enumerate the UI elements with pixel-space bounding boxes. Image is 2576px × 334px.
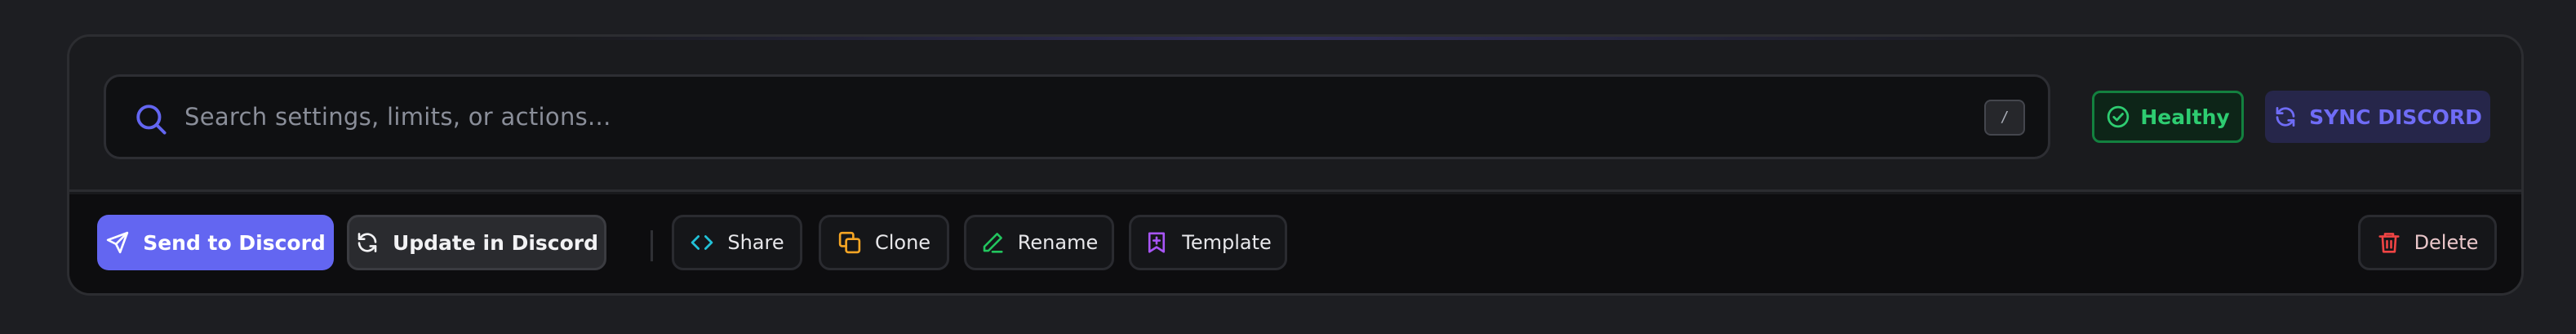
search-input[interactable]: Search settings, limits, or actions...: [184, 77, 611, 157]
refresh-icon: [355, 230, 380, 255]
send-to-discord-label: Send to Discord: [143, 230, 326, 255]
clone-label: Clone: [874, 231, 931, 254]
clone-button[interactable]: Clone: [819, 215, 949, 270]
code-brackets-icon: [690, 230, 714, 255]
editor-card: Search settings, limits, or actions... /…: [67, 34, 2524, 296]
rename-label: Rename: [1017, 231, 1099, 254]
send-to-discord-button[interactable]: Send to Discord: [97, 215, 334, 270]
rename-button[interactable]: Rename: [964, 215, 1114, 270]
top-bar: Search settings, limits, or actions... /…: [69, 37, 2521, 192]
share-button[interactable]: Share: [672, 215, 802, 270]
search-shortcut-key: /: [1984, 100, 2025, 136]
bookmark-plus-icon: [1144, 230, 1169, 255]
template-label: Template: [1182, 231, 1272, 254]
trash-icon: [2377, 230, 2401, 255]
share-label: Share: [727, 231, 784, 254]
pencil-icon: [980, 230, 1005, 255]
sync-discord-label: SYNC DISCORD: [2309, 105, 2482, 129]
update-in-discord-button[interactable]: Update in Discord: [347, 215, 606, 270]
top-glow: [69, 37, 2521, 40]
action-bar: Send to Discord Update in Discord Share …: [69, 194, 2521, 293]
template-button[interactable]: Template: [1129, 215, 1287, 270]
healthy-status-badge[interactable]: Healthy: [2092, 91, 2244, 143]
paper-plane-icon: [105, 230, 130, 255]
search-icon: [134, 102, 168, 136]
toolbar-divider: [651, 230, 653, 261]
refresh-icon: [2273, 105, 2298, 129]
delete-button[interactable]: Delete: [2358, 215, 2497, 270]
update-in-discord-label: Update in Discord: [392, 230, 599, 255]
healthy-label: Healthy: [2140, 105, 2230, 129]
delete-label: Delete: [2414, 231, 2479, 254]
check-circle-icon: [2106, 105, 2130, 129]
search-box[interactable]: Search settings, limits, or actions... /: [104, 74, 2050, 159]
sync-discord-button[interactable]: SYNC DISCORD: [2265, 91, 2490, 143]
copy-icon: [837, 230, 862, 255]
